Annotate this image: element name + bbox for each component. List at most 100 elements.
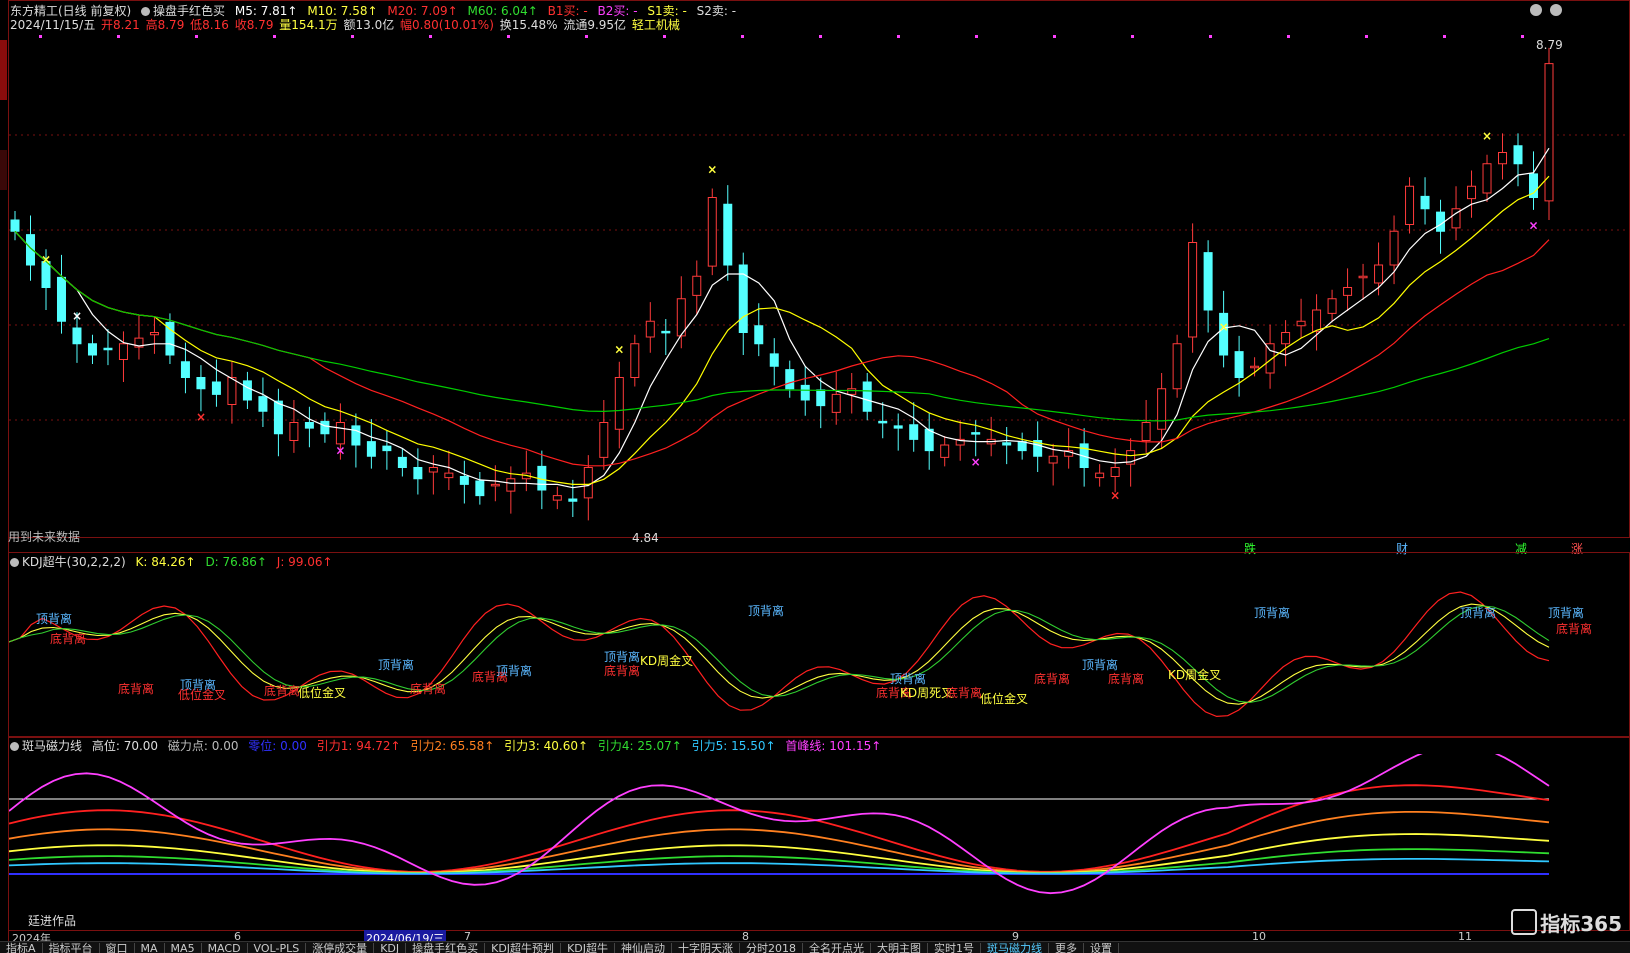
candle-body <box>583 467 593 499</box>
settings-dot-icon[interactable] <box>10 558 19 567</box>
candle-body <box>72 327 82 345</box>
gravity1-line <box>9 784 1550 873</box>
low-price-mark: 4.84 <box>632 531 659 545</box>
b2-value: B2买: - <box>597 4 638 18</box>
m20-value: M20: 7.09↑ <box>387 4 458 18</box>
top-signal-dot <box>1209 35 1212 38</box>
candle-body <box>1095 472 1105 479</box>
candle-body <box>180 361 190 378</box>
kdj-annotation: 顶背离 <box>748 604 785 618</box>
top-signal-dot <box>351 35 354 38</box>
zebra-zero: 零位: 0.00 <box>248 739 307 753</box>
candle-body <box>1544 63 1554 202</box>
zebra-g1: 引力1: 94.72↑ <box>316 739 401 753</box>
price-chart[interactable]: × × × × × × × × × × × <box>9 30 1629 535</box>
zebra-name[interactable]: 斑马磁力线 <box>10 739 82 753</box>
candle-body <box>366 441 376 457</box>
candle-body <box>552 495 562 501</box>
kdj-annotation: 低位金叉 <box>980 692 1029 706</box>
zebra-chart[interactable] <box>9 754 1629 928</box>
candle-body <box>1343 287 1353 296</box>
kdj-annotation: 底背离 <box>264 684 301 698</box>
candle-body <box>816 389 826 407</box>
signal-cross-mark: × <box>707 163 717 177</box>
kdj-annotation: 顶背离 <box>1548 606 1585 620</box>
settings-dot-icon[interactable] <box>141 7 151 16</box>
candle-body <box>289 422 299 441</box>
gravity5-line <box>9 858 1550 875</box>
kdj-k: K: 84.26↑ <box>135 555 196 569</box>
top-signal-dot <box>1053 35 1056 38</box>
kdj-annotation: 底背离 <box>118 682 155 696</box>
candle-body <box>428 467 438 473</box>
candle-body <box>227 377 237 405</box>
candle-body <box>196 377 206 390</box>
top-signal-dot <box>741 35 744 38</box>
candle-body <box>1467 185 1477 200</box>
signal-cross-mark: × <box>1529 219 1539 233</box>
candle-body <box>893 425 903 429</box>
b1-value: B1买: - <box>547 4 588 18</box>
top-signal-dot <box>1131 35 1134 38</box>
signal-cross-mark: × <box>335 444 345 458</box>
candle-body <box>56 276 66 322</box>
peak-line <box>9 754 1550 895</box>
kdj-annotation: 低位金叉 <box>178 688 227 702</box>
candle-body <box>630 343 640 378</box>
candle-body <box>1203 252 1213 311</box>
kdj-name[interactable]: KDJ超牛(30,2,2,2) <box>10 555 126 569</box>
kdj-annotation: 底背离 <box>410 682 447 696</box>
top-signal-dot <box>585 35 588 38</box>
candle-body <box>1048 455 1058 464</box>
candle-body <box>909 424 919 440</box>
candle-body <box>118 343 128 360</box>
signal-cross-mark: × <box>1482 129 1492 143</box>
candle-body <box>506 478 516 492</box>
candle-body <box>459 476 469 485</box>
signal-cross-mark: × <box>614 343 624 357</box>
zebra-g2: 引力2: 65.58↑ <box>410 739 495 753</box>
zebra-header: 斑马磁力线 高位: 70.00 磁力点: 0.00 零位: 0.00 引力1: … <box>10 739 887 753</box>
candle-body <box>785 369 795 390</box>
candle-body <box>273 400 283 435</box>
kdj-d: D: 76.86↑ <box>205 555 267 569</box>
candle-body <box>1157 388 1167 430</box>
indicator-name[interactable]: 操盘手红色买 <box>141 4 225 18</box>
candle-body <box>924 428 934 452</box>
candle-body <box>1358 275 1368 279</box>
candle-body <box>1017 441 1027 452</box>
top-signal-dot <box>975 35 978 38</box>
candle-body <box>1513 145 1523 165</box>
kdj-annotation: 底背离 <box>946 686 983 700</box>
candle-body <box>1405 185 1415 225</box>
candle-body <box>1002 442 1012 446</box>
left-tab[interactable] <box>0 40 7 100</box>
kdj-annotation: 底背离 <box>1556 622 1593 636</box>
kdj-annotation: 顶背离 <box>496 664 533 678</box>
settings-dot-icon[interactable] <box>10 742 19 751</box>
candle-body <box>599 422 609 458</box>
candle-body <box>320 420 330 435</box>
candle-body <box>1172 343 1182 390</box>
candle-body <box>475 480 485 497</box>
left-tab[interactable] <box>0 150 7 190</box>
candle-body <box>103 347 113 351</box>
top-signal-dot <box>273 35 276 38</box>
candle-body <box>971 432 981 435</box>
kdj-annotation: 顶背离 <box>1460 606 1497 620</box>
candle-body <box>1296 320 1306 327</box>
candle-body <box>645 320 655 338</box>
logo-icon <box>1511 909 1538 935</box>
candle-body <box>940 444 950 458</box>
kdj-chart[interactable] <box>9 570 1629 735</box>
candle-body <box>614 377 624 430</box>
zebra-g5: 引力5: 15.50↑ <box>691 739 776 753</box>
kdj-annotation: 底背离 <box>1034 672 1071 686</box>
kdj-annotation: 顶背离 <box>36 612 73 626</box>
candle-body <box>692 275 702 296</box>
top-signal-dot <box>663 35 666 38</box>
zebra-peak: 首峰线: 101.15↑ <box>785 739 882 753</box>
logo: 指标365 <box>1511 908 1622 937</box>
candle-body <box>1420 195 1430 210</box>
top-signal-dot <box>195 35 198 38</box>
